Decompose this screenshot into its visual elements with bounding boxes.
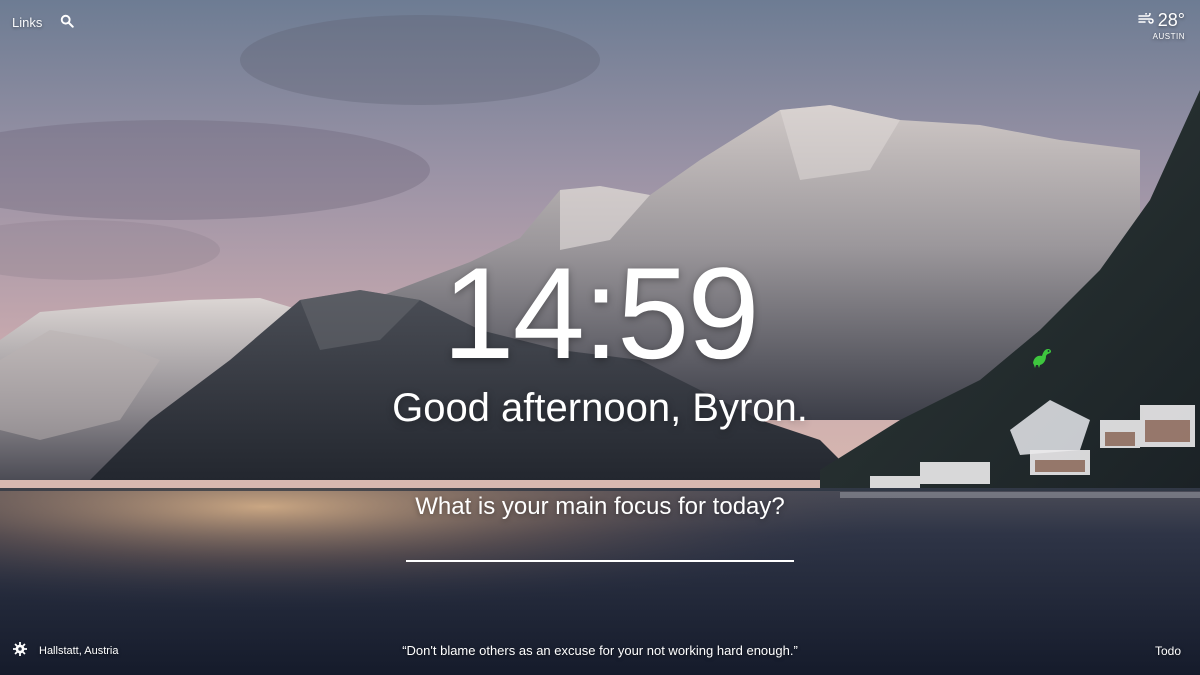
quote-text[interactable]: “Don't blame others as an excuse for you…: [0, 643, 1200, 658]
focus-question: What is your main focus for today?: [415, 493, 785, 520]
wind-icon: [1138, 10, 1154, 30]
todo-button[interactable]: Todo: [1155, 644, 1181, 658]
links-button[interactable]: Links: [12, 15, 42, 30]
top-left-bar: Links: [12, 14, 75, 31]
search-icon[interactable]: [60, 14, 75, 31]
center-panel: 14:59 Good afternoon, Byron.: [0, 248, 1200, 428]
weather-temperature: 28°: [1157, 10, 1185, 30]
clock-time: 14:59: [442, 240, 759, 386]
weather-widget[interactable]: 28° AUSTIN: [1138, 10, 1185, 41]
weather-location: AUSTIN: [1152, 32, 1185, 41]
greeting-text: Good afternoon, Byron.: [392, 386, 808, 430]
focus-input[interactable]: [406, 530, 794, 562]
